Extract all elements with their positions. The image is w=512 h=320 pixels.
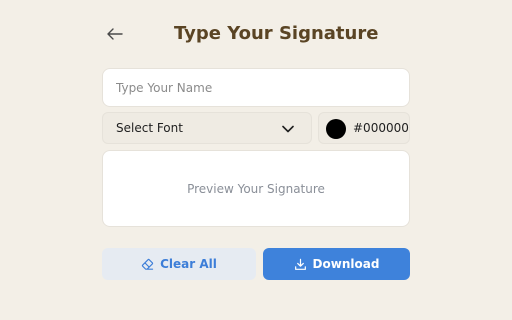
download-button[interactable]: Download (263, 248, 410, 280)
page-title: Type Your Signature (174, 23, 379, 44)
color-hex-value: #000000 (353, 121, 409, 135)
color-swatch (326, 119, 346, 139)
eraser-icon (141, 258, 154, 270)
clear-all-button[interactable]: Clear All (102, 248, 256, 280)
chevron-down-icon (282, 125, 294, 133)
clear-all-label: Clear All (160, 257, 217, 271)
preview-placeholder: Preview Your Signature (187, 181, 325, 196)
font-select-label: Select Font (116, 121, 183, 135)
color-picker[interactable]: #000000 (318, 112, 410, 144)
name-input[interactable] (102, 68, 410, 107)
header: Type Your Signature (102, 20, 410, 50)
download-label: Download (312, 257, 380, 271)
back-button[interactable] (105, 24, 125, 44)
download-icon (294, 258, 306, 270)
font-select[interactable]: Select Font (102, 112, 312, 144)
arrow-left-icon (107, 28, 123, 40)
signature-preview: Preview Your Signature (102, 150, 410, 227)
